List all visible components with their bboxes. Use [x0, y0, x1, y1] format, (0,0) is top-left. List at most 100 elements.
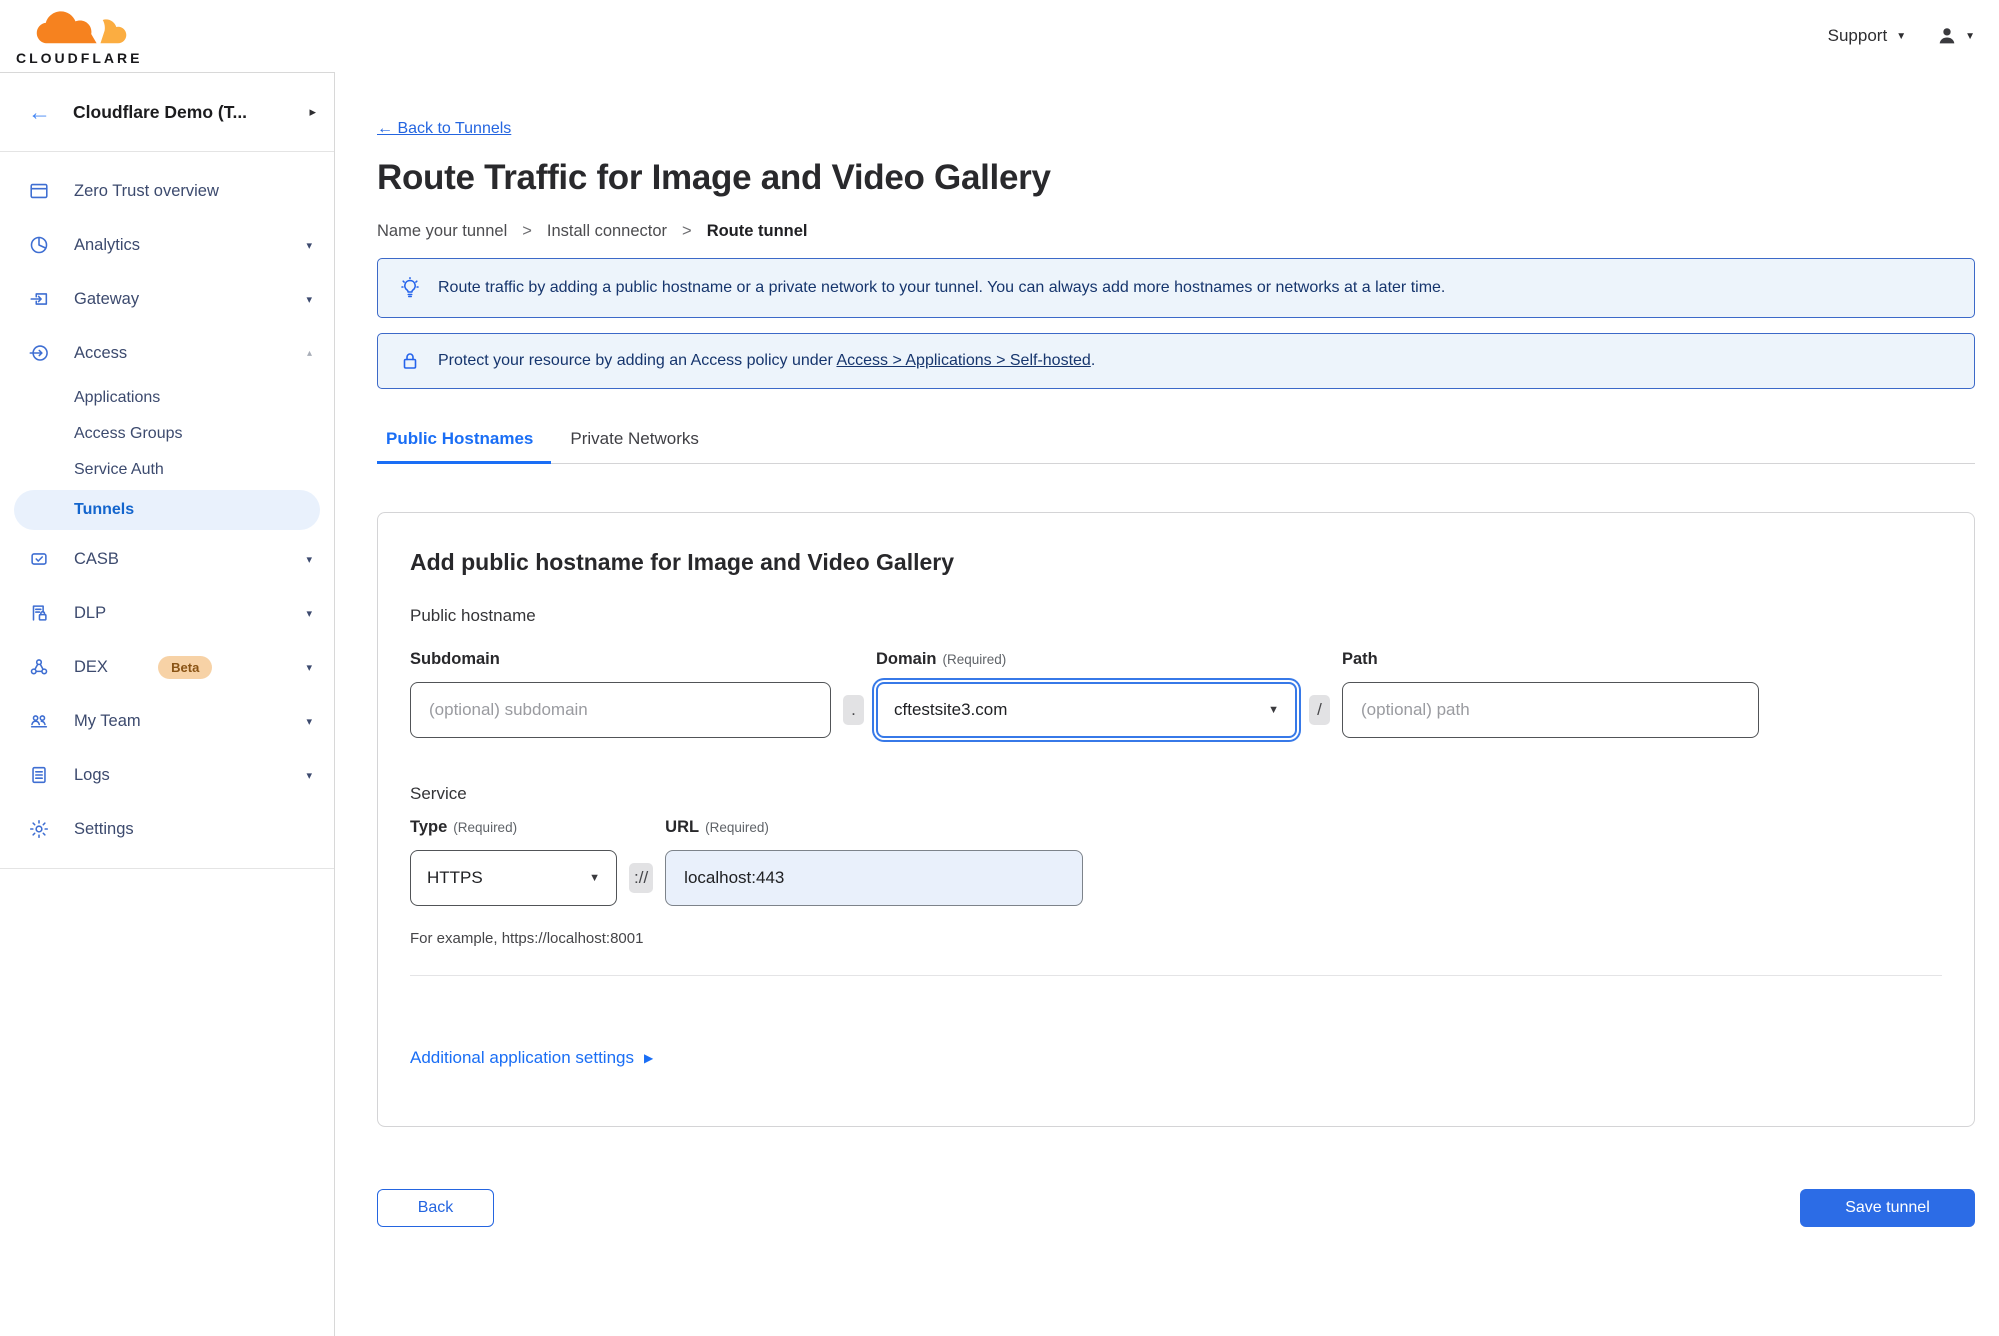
sidebar-item-settings[interactable]: Settings	[0, 802, 334, 856]
sidebar-item-zero-trust-overview[interactable]: Zero Trust overview	[0, 164, 334, 218]
cloudflare-logo: CLOUDFLARE	[16, 8, 142, 65]
sidebar-item-my-team[interactable]: My Team ▾	[0, 694, 334, 748]
path-label: Path	[1342, 650, 1378, 668]
support-menu[interactable]: Support ▼	[1828, 26, 1906, 46]
tab-private-networks[interactable]: Private Networks	[561, 429, 716, 464]
path-input[interactable]	[1342, 682, 1759, 738]
public-hostname-label: Public hostname	[410, 606, 536, 625]
beta-badge: Beta	[158, 655, 213, 679]
chevron-down-icon: ▾	[306, 239, 312, 252]
chevron-down-icon: ▾	[306, 553, 312, 566]
access-icon	[28, 342, 50, 364]
sidebar-item-analytics[interactable]: Analytics ▾	[0, 218, 334, 272]
tab-bar: Public Hostnames Private Networks	[377, 429, 1975, 464]
protect-banner-text: Protect your resource by adding an Acces…	[438, 352, 1096, 369]
sidebar-item-gateway[interactable]: Gateway ▾	[0, 272, 334, 326]
top-bar: CLOUDFLARE Support ▼ ▼	[0, 0, 1999, 72]
chevron-down-icon: ▼	[589, 872, 600, 884]
public-hostname-card: Add public hostname for Image and Video …	[377, 512, 1975, 1127]
service-type-select[interactable]: HTTPS ▼	[410, 850, 617, 906]
sidebar-nav: Zero Trust overview Analytics ▾ Gateway …	[0, 152, 334, 869]
url-example-hint: For example, https://localhost:8001	[410, 930, 644, 947]
chevron-right-icon: ▶	[643, 1051, 654, 1065]
overview-icon	[28, 180, 50, 202]
chevron-down-icon: ▼	[1268, 704, 1279, 716]
sidebar-item-dlp[interactable]: DLP ▾	[0, 586, 334, 640]
back-button[interactable]: Back	[377, 1189, 494, 1227]
chevron-down-icon: ▾	[306, 293, 312, 306]
user-icon	[1939, 28, 1955, 44]
step-separator: >	[522, 222, 532, 240]
main-content: ← Back to Tunnels Route Traffic for Imag…	[335, 72, 1999, 1336]
sidebar-item-applications[interactable]: Applications	[0, 380, 334, 416]
user-menu[interactable]: ▼	[1936, 25, 1975, 47]
dex-network-icon	[28, 656, 50, 678]
subdomain-label: Subdomain	[410, 650, 500, 668]
sidebar-divider	[0, 868, 334, 869]
service-type-value: HTTPS	[427, 868, 483, 887]
step-name-your-tunnel: Name your tunnel	[377, 222, 508, 240]
dot-separator: .	[843, 695, 864, 725]
sidebar-item-service-auth[interactable]: Service Auth	[0, 452, 334, 488]
sidebar-item-casb[interactable]: CASB ▾	[0, 532, 334, 586]
tab-public-hostnames[interactable]: Public Hostnames	[377, 429, 552, 464]
domain-select[interactable]: cftestsite3.com ▼	[876, 682, 1297, 738]
access-applications-self-hosted-link[interactable]: Access > Applications > Self-hosted	[836, 352, 1090, 369]
dlp-document-lock-icon	[28, 602, 50, 624]
card-heading: Add public hostname for Image and Video …	[410, 549, 955, 575]
slash-separator: /	[1309, 695, 1330, 725]
back-arrow-icon[interactable]: ←	[28, 99, 51, 126]
lightbulb-icon	[398, 276, 422, 300]
sidebar-item-access-groups[interactable]: Access Groups	[0, 416, 334, 452]
analytics-pie-icon	[28, 234, 50, 256]
save-tunnel-button[interactable]: Save tunnel	[1800, 1189, 1975, 1227]
gateway-icon	[28, 288, 50, 310]
domain-required-hint: (Required)	[942, 652, 1007, 667]
gear-icon	[28, 818, 50, 840]
logs-document-icon	[28, 764, 50, 786]
card-divider	[410, 975, 1942, 976]
step-separator: >	[682, 222, 692, 240]
chevron-right-icon: ▸	[309, 104, 316, 119]
chevron-down-icon: ▾	[306, 769, 312, 782]
account-name: Cloudflare Demo (T...	[73, 101, 248, 122]
cloudflare-cloud-icon	[36, 10, 127, 43]
sidebar-item-dex[interactable]: DEX Beta ▾	[0, 640, 334, 694]
protocol-separator: ://	[629, 863, 654, 893]
tip-banner-text: Route traffic by adding a public hostnam…	[438, 279, 1446, 296]
chevron-down-icon: ▾	[306, 715, 312, 728]
lock-icon	[398, 349, 422, 373]
support-label: Support	[1827, 26, 1888, 45]
casb-icon	[28, 548, 50, 570]
chevron-down-icon: ▼	[1896, 30, 1907, 42]
subdomain-input[interactable]	[410, 682, 831, 738]
sidebar-item-tunnels[interactable]: Tunnels	[14, 490, 320, 530]
sidebar-item-access[interactable]: Access ▴	[0, 326, 334, 380]
page-title: Route Traffic for Image and Video Galler…	[377, 158, 1051, 197]
url-required-hint: (Required)	[705, 820, 769, 835]
footer-actions: Back Save tunnel	[377, 1189, 1975, 1257]
tip-banner: Route traffic by adding a public hostnam…	[377, 258, 1975, 318]
team-icon	[28, 710, 50, 732]
logo-wordmark: CLOUDFLARE	[16, 49, 143, 66]
chevron-up-icon: ▴	[306, 347, 312, 359]
additional-application-settings-toggle[interactable]: Additional application settings ▶	[410, 1048, 653, 1068]
protect-banner: Protect your resource by adding an Acces…	[377, 333, 1975, 389]
chevron-down-icon: ▾	[306, 661, 312, 674]
url-label: URL (Required)	[665, 818, 769, 836]
chevron-down-icon: ▾	[306, 607, 312, 620]
type-label: Type (Required)	[410, 818, 518, 836]
wizard-steps: Name your tunnel > Install connector > R…	[377, 222, 1975, 241]
step-install-connector: Install connector	[546, 222, 668, 240]
service-url-input[interactable]	[665, 850, 1084, 906]
domain-select-value: cftestsite3.com	[894, 700, 1008, 719]
chevron-down-icon: ▼	[1965, 30, 1975, 42]
service-label: Service	[410, 784, 467, 803]
step-route-tunnel: Route tunnel	[706, 222, 808, 240]
back-to-tunnels-link[interactable]: ← Back to Tunnels	[377, 120, 511, 138]
sidebar-item-logs[interactable]: Logs ▾	[0, 748, 334, 802]
account-switcher[interactable]: ← Cloudflare Demo (T... ▸	[0, 73, 334, 152]
type-required-hint: (Required)	[453, 820, 518, 835]
sidebar: ← Cloudflare Demo (T... ▸ Zero Trust ove…	[0, 72, 335, 1336]
domain-label: Domain (Required)	[876, 650, 1007, 668]
